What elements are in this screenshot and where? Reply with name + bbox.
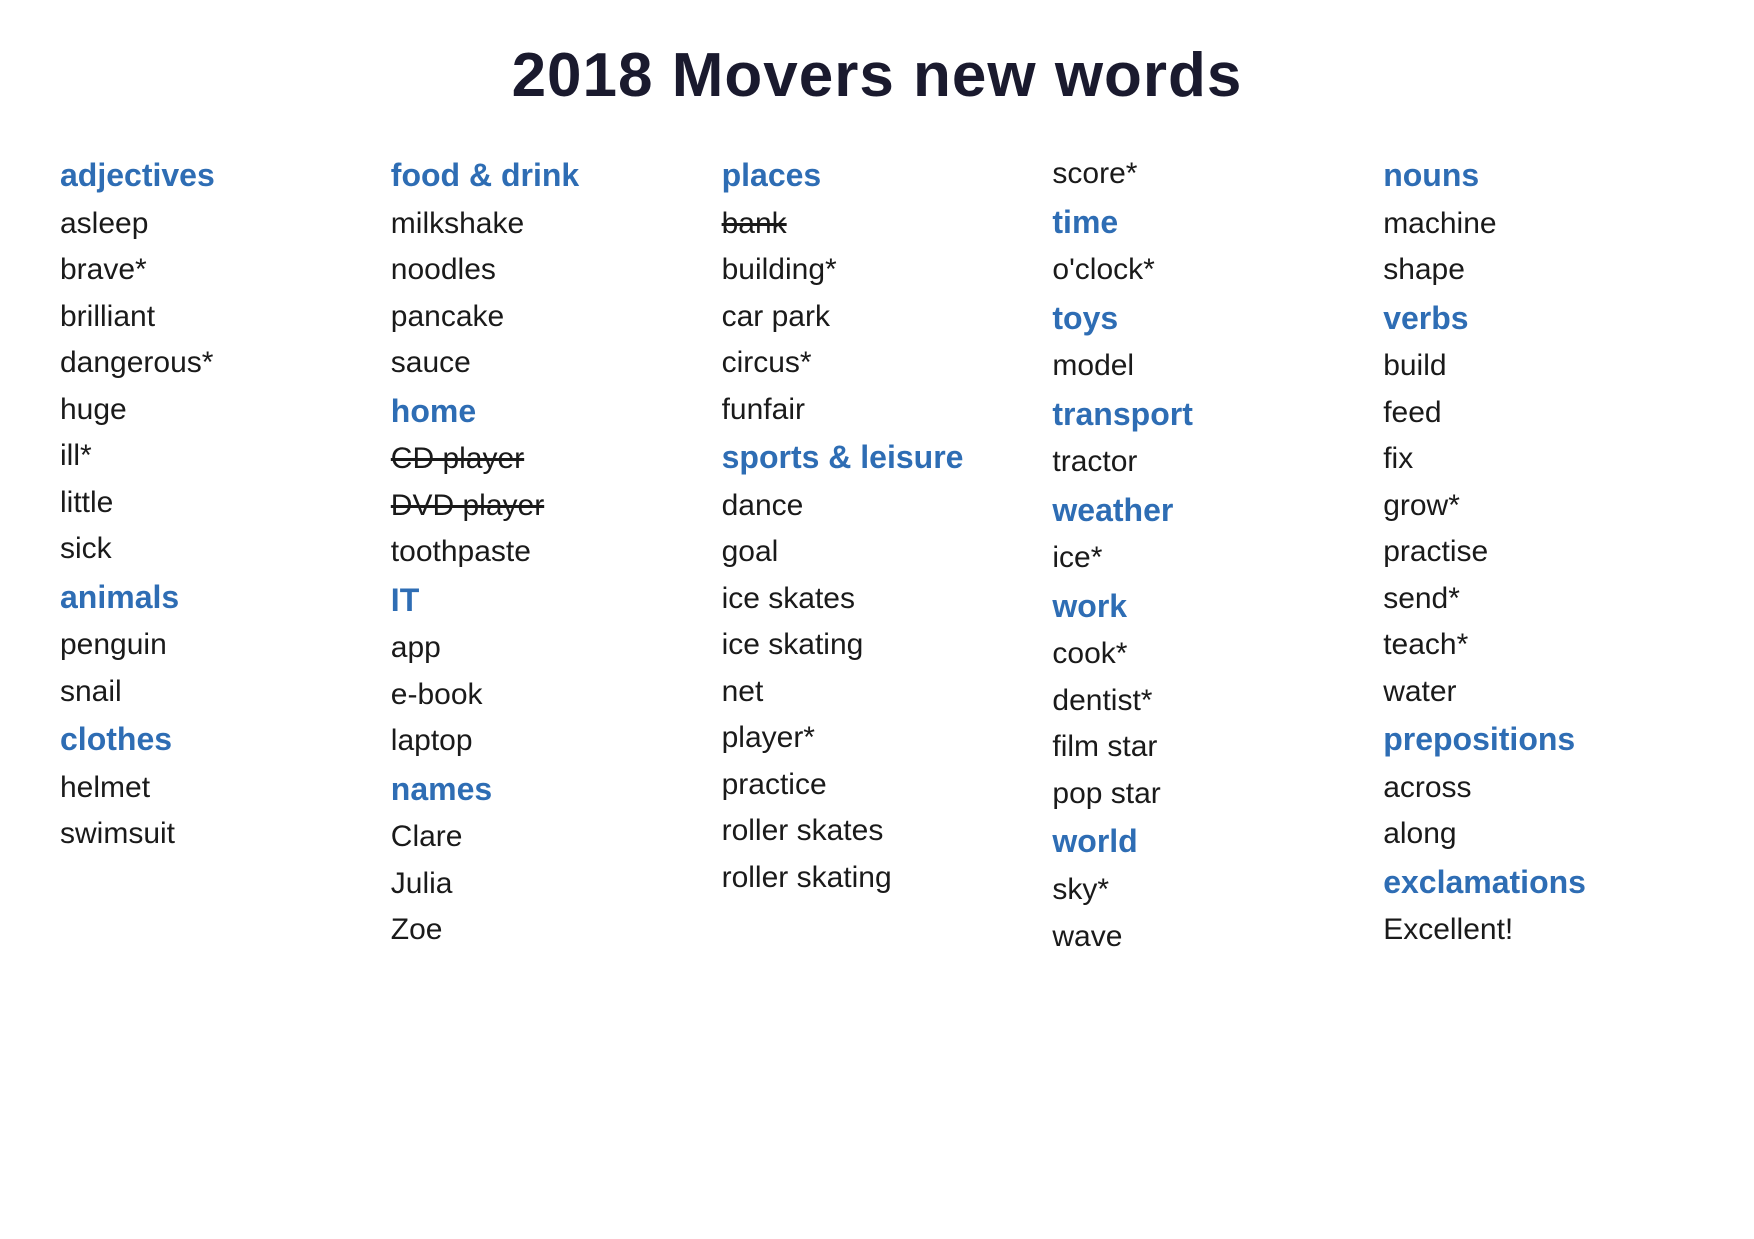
word-item: fix — [1383, 436, 1694, 483]
word-item: Excellent! — [1383, 907, 1694, 954]
word-item: brilliant — [60, 294, 371, 341]
word-item: ice skates — [722, 576, 1033, 623]
word-item: brave* — [60, 247, 371, 294]
category-label: food & drink — [391, 151, 702, 201]
word-item: score* — [1052, 151, 1363, 198]
word-item: teach* — [1383, 622, 1694, 669]
word-item: DVD player — [391, 483, 702, 530]
category-label: clothes — [60, 715, 371, 765]
category-label: weather — [1052, 486, 1363, 536]
word-item: feed — [1383, 390, 1694, 437]
category-label: world — [1052, 817, 1363, 867]
word-item: practice — [722, 762, 1033, 809]
word-item: machine — [1383, 201, 1694, 248]
word-item: pop star — [1052, 771, 1363, 818]
word-item: roller skates — [722, 808, 1033, 855]
word-item: net — [722, 669, 1033, 716]
word-item: sick — [60, 526, 371, 573]
word-item: helmet — [60, 765, 371, 812]
category-label: home — [391, 387, 702, 437]
word-item: little — [60, 480, 371, 527]
col4: score*timeo'clock*toysmodeltransporttrac… — [1052, 151, 1363, 960]
word-item: bank — [722, 201, 1033, 248]
col1: adjectivesasleepbrave*brilliantdangerous… — [60, 151, 371, 960]
category-label: transport — [1052, 390, 1363, 440]
word-item: send* — [1383, 576, 1694, 623]
word-item: roller skating — [722, 855, 1033, 902]
category-label: animals — [60, 573, 371, 623]
category-label: time — [1052, 198, 1363, 248]
word-item: player* — [722, 715, 1033, 762]
word-item: app — [391, 625, 702, 672]
category-label: toys — [1052, 294, 1363, 344]
word-item: building* — [722, 247, 1033, 294]
word-item: film star — [1052, 724, 1363, 771]
category-label: places — [722, 151, 1033, 201]
word-item: car park — [722, 294, 1033, 341]
word-item: goal — [722, 529, 1033, 576]
category-label: exclamations — [1383, 858, 1694, 908]
category-label: names — [391, 765, 702, 815]
word-item: dentist* — [1052, 678, 1363, 725]
word-item: Julia — [391, 861, 702, 908]
word-item: ice* — [1052, 535, 1363, 582]
word-item: dance — [722, 483, 1033, 530]
word-item: penguin — [60, 622, 371, 669]
word-item: circus* — [722, 340, 1033, 387]
word-item: swimsuit — [60, 811, 371, 858]
word-item: ice skating — [722, 622, 1033, 669]
word-item: noodles — [391, 247, 702, 294]
col2: food & drinkmilkshakenoodlespancakesauce… — [391, 151, 702, 960]
word-item: dangerous* — [60, 340, 371, 387]
category-label: prepositions — [1383, 715, 1694, 765]
word-item: asleep — [60, 201, 371, 248]
word-item: snail — [60, 669, 371, 716]
word-item: pancake — [391, 294, 702, 341]
word-item: shape — [1383, 247, 1694, 294]
word-item: milkshake — [391, 201, 702, 248]
word-item: Zoe — [391, 907, 702, 954]
word-item: build — [1383, 343, 1694, 390]
col5: nounsmachineshapeverbsbuildfeedfixgrow*p… — [1383, 151, 1694, 960]
word-grid: adjectivesasleepbrave*brilliantdangerous… — [60, 151, 1694, 960]
word-item: CD player — [391, 436, 702, 483]
word-item: across — [1383, 765, 1694, 812]
word-item: grow* — [1383, 483, 1694, 530]
word-item: along — [1383, 811, 1694, 858]
word-item: Clare — [391, 814, 702, 861]
category-label: work — [1052, 582, 1363, 632]
word-item: model — [1052, 343, 1363, 390]
word-item: o'clock* — [1052, 247, 1363, 294]
word-item: sauce — [391, 340, 702, 387]
page-title: 2018 Movers new words — [60, 40, 1694, 111]
word-item: wave — [1052, 914, 1363, 961]
category-label: nouns — [1383, 151, 1694, 201]
word-item: funfair — [722, 387, 1033, 434]
word-item: toothpaste — [391, 529, 702, 576]
category-label: IT — [391, 576, 702, 626]
word-item: water — [1383, 669, 1694, 716]
category-label: sports & leisure — [722, 433, 1033, 483]
col3: placesbankbuilding*car parkcircus*funfai… — [722, 151, 1033, 960]
word-item: ill* — [60, 433, 371, 480]
word-item: practise — [1383, 529, 1694, 576]
word-item: laptop — [391, 718, 702, 765]
word-item: tractor — [1052, 439, 1363, 486]
word-item: huge — [60, 387, 371, 434]
category-label: adjectives — [60, 151, 371, 201]
word-item: sky* — [1052, 867, 1363, 914]
category-label: verbs — [1383, 294, 1694, 344]
word-item: cook* — [1052, 631, 1363, 678]
word-item: e-book — [391, 672, 702, 719]
